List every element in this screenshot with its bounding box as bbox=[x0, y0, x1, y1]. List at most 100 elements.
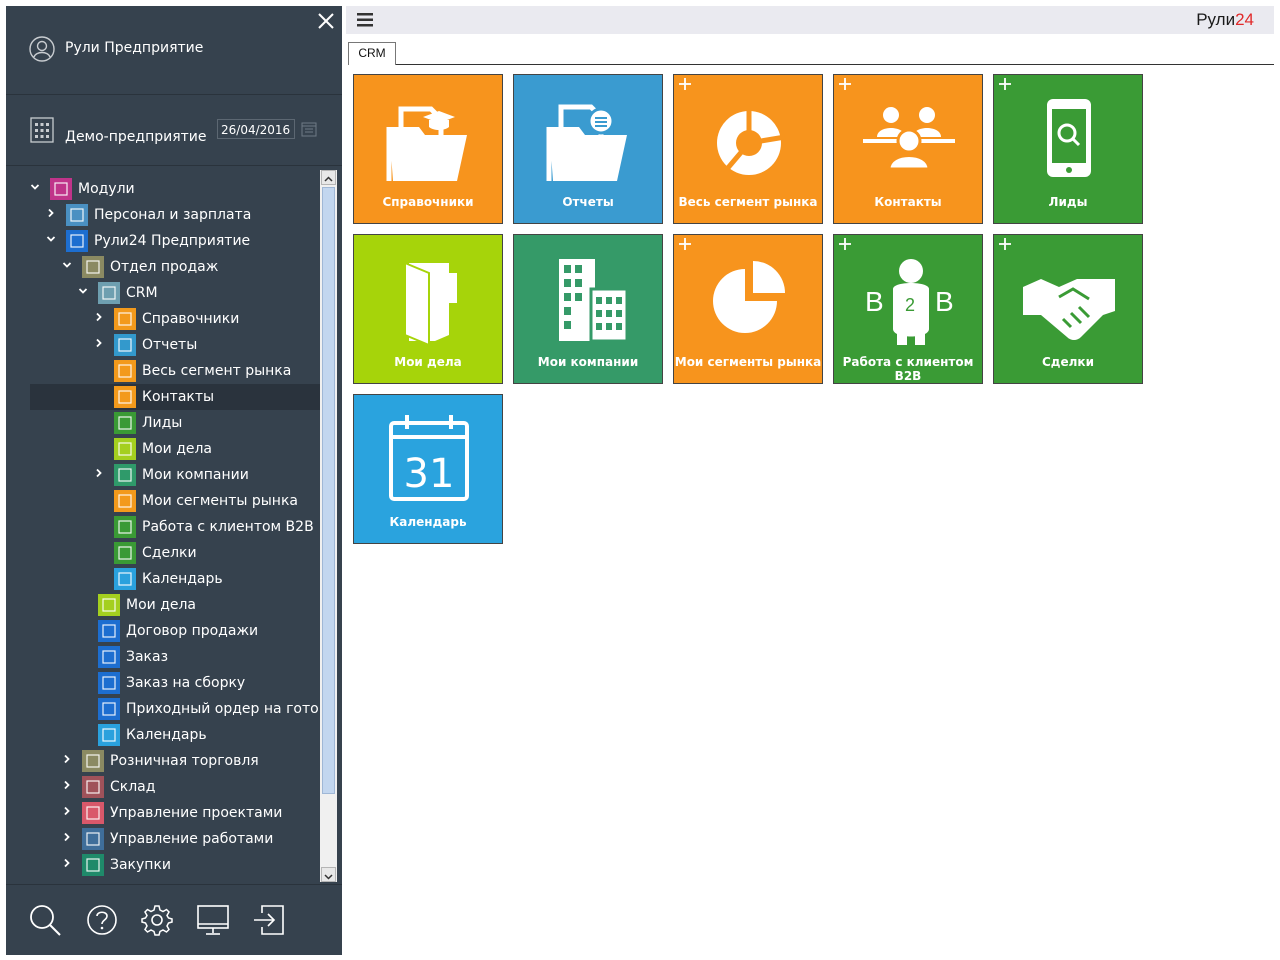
tree-item[interactable]: Весь сегмент рынка bbox=[6, 358, 320, 384]
chevron-right-icon[interactable] bbox=[62, 806, 72, 816]
tree-item[interactable]: Сделки bbox=[6, 540, 320, 566]
tile-handshake[interactable]: Сделки bbox=[993, 234, 1143, 384]
scroll-down-button[interactable] bbox=[321, 867, 336, 882]
assembly-order-icon bbox=[98, 672, 120, 694]
tree-item[interactable]: Мои компании bbox=[6, 462, 320, 488]
tree-item-label: Лиды bbox=[142, 415, 183, 431]
tree-item[interactable]: Мои дела bbox=[6, 592, 320, 618]
tile-label: Весь сегмент рынка bbox=[678, 195, 818, 209]
tree-item[interactable]: Заказ bbox=[6, 644, 320, 670]
company-grid-icon[interactable] bbox=[30, 117, 54, 143]
tree-item[interactable]: Склад bbox=[6, 774, 320, 800]
reports-icon bbox=[114, 334, 136, 356]
chevron-right-icon[interactable] bbox=[94, 312, 104, 322]
tree-item[interactable]: Розничная торговля bbox=[6, 748, 320, 774]
my-tasks-icon bbox=[114, 438, 136, 460]
plus-icon[interactable] bbox=[998, 77, 1012, 91]
tile-label: Сделки bbox=[1042, 355, 1094, 369]
tree-item[interactable]: Договор продажи bbox=[6, 618, 320, 644]
tile-folder-graduation[interactable]: Справочники bbox=[353, 74, 503, 224]
monitor-icon[interactable] bbox=[196, 903, 230, 937]
chevron-down-icon[interactable] bbox=[78, 286, 88, 296]
tree-item-label: Управление проектами bbox=[110, 805, 283, 821]
company-name[interactable]: Демо-предприятие bbox=[65, 129, 207, 145]
tile-label: Отчеты bbox=[562, 195, 614, 209]
plus-icon[interactable] bbox=[838, 77, 852, 91]
tile-folder-reports[interactable]: Отчеты bbox=[513, 74, 663, 224]
tree-item[interactable]: Справочники bbox=[6, 306, 320, 332]
brand-number: 24 bbox=[1235, 10, 1254, 29]
help-icon[interactable] bbox=[85, 903, 119, 937]
tree-item-label: Справочники bbox=[142, 311, 240, 327]
order-icon bbox=[98, 646, 120, 668]
tile-label: Справочники bbox=[382, 195, 474, 209]
tree-scrollbar[interactable] bbox=[320, 170, 337, 882]
chevron-down-icon[interactable] bbox=[30, 182, 40, 192]
b2b-letter-left: B bbox=[865, 286, 884, 317]
search-icon[interactable] bbox=[28, 903, 62, 937]
tree-item[interactable]: Лиды bbox=[6, 410, 320, 436]
close-icon[interactable] bbox=[316, 10, 336, 32]
tree-item-label: Договор продажи bbox=[126, 623, 259, 639]
chevron-right-icon[interactable] bbox=[94, 338, 104, 348]
tab-crm[interactable]: CRM bbox=[348, 42, 396, 65]
tree-item[interactable]: Управление проектами bbox=[6, 800, 320, 826]
tree-item[interactable]: Управление работами bbox=[6, 826, 320, 852]
tree-item[interactable]: Закупки bbox=[6, 852, 320, 878]
tree-item[interactable]: Мои дела bbox=[6, 436, 320, 462]
tree-item[interactable]: CRM bbox=[6, 280, 320, 306]
chevron-right-icon[interactable] bbox=[62, 832, 72, 842]
tree-item[interactable]: Отчеты bbox=[6, 332, 320, 358]
works-icon bbox=[82, 828, 104, 850]
logout-icon[interactable] bbox=[252, 903, 286, 937]
tile-buildings[interactable]: Мои компании bbox=[513, 234, 663, 384]
tree-item[interactable]: Рули24 Предприятие bbox=[6, 228, 320, 254]
tile-pie-chart[interactable]: Мои сегменты рынка bbox=[673, 234, 823, 384]
user-name[interactable]: Рули Предприятие bbox=[65, 40, 203, 56]
date-field[interactable]: 26/04/2016 bbox=[217, 119, 295, 139]
tree-item[interactable]: Календарь bbox=[6, 722, 320, 748]
tree-item[interactable]: Работа с клиентом B2B bbox=[6, 514, 320, 540]
chevron-right-icon[interactable] bbox=[62, 754, 72, 764]
calendar-picker-icon[interactable] bbox=[301, 121, 317, 137]
b2b-icon bbox=[114, 516, 136, 538]
scroll-thumb[interactable] bbox=[322, 187, 335, 794]
tree-item-label: Модули bbox=[78, 181, 135, 197]
tile-phone-search[interactable]: Лиды bbox=[993, 74, 1143, 224]
user-icon[interactable] bbox=[29, 36, 55, 62]
hamburger-menu-icon[interactable] bbox=[357, 13, 373, 27]
tile-b2b-person[interactable]: B 2 B Работа с клиентом B2B bbox=[833, 234, 983, 384]
tree-item[interactable]: Календарь bbox=[6, 566, 320, 592]
plus-icon[interactable] bbox=[678, 77, 692, 91]
chevron-right-icon[interactable] bbox=[94, 468, 104, 478]
chevron-right-icon[interactable] bbox=[62, 858, 72, 868]
sidebar: Рули Предприятие Демо-предприятие 26/04/… bbox=[6, 6, 342, 955]
tile-contacts[interactable]: Контакты bbox=[833, 74, 983, 224]
tree-item[interactable]: Персонал и зарплата bbox=[6, 202, 320, 228]
tree-item[interactable]: Приходный ордер на готовую bbox=[6, 696, 320, 722]
settings-gear-icon[interactable] bbox=[140, 903, 174, 937]
tree-item-label: Мои дела bbox=[142, 441, 213, 457]
folder-tasks-icon bbox=[404, 261, 457, 347]
tree-item[interactable]: Заказ на сборку bbox=[6, 670, 320, 696]
tile-folder-tasks[interactable]: Мои дела bbox=[353, 234, 503, 384]
chevron-right-icon[interactable] bbox=[46, 208, 56, 218]
scroll-up-button[interactable] bbox=[321, 170, 336, 185]
chevron-right-icon[interactable] bbox=[62, 780, 72, 790]
tree-item-label: Мои сегменты рынка bbox=[142, 493, 298, 509]
tree-item-label: Управление работами bbox=[110, 831, 274, 847]
tree-item[interactable]: Мои сегменты рынка bbox=[6, 488, 320, 514]
tile-calendar[interactable]: 31 Календарь bbox=[353, 394, 503, 544]
tile-donut-chart[interactable]: Весь сегмент рынка bbox=[673, 74, 823, 224]
tree-item[interactable]: Модули bbox=[6, 176, 320, 202]
plus-icon[interactable] bbox=[838, 237, 852, 251]
chevron-down-icon[interactable] bbox=[46, 234, 56, 244]
tree-item[interactable]: Отдел продаж bbox=[6, 254, 320, 280]
chevron-down-icon[interactable] bbox=[62, 260, 72, 270]
tree-item[interactable]: Контакты bbox=[30, 384, 320, 410]
tree-item-label: Весь сегмент рынка bbox=[142, 363, 292, 379]
building-icon bbox=[114, 464, 136, 486]
plus-icon[interactable] bbox=[998, 237, 1012, 251]
tile-label: Работа с клиентом B2B bbox=[842, 355, 974, 383]
plus-icon[interactable] bbox=[678, 237, 692, 251]
